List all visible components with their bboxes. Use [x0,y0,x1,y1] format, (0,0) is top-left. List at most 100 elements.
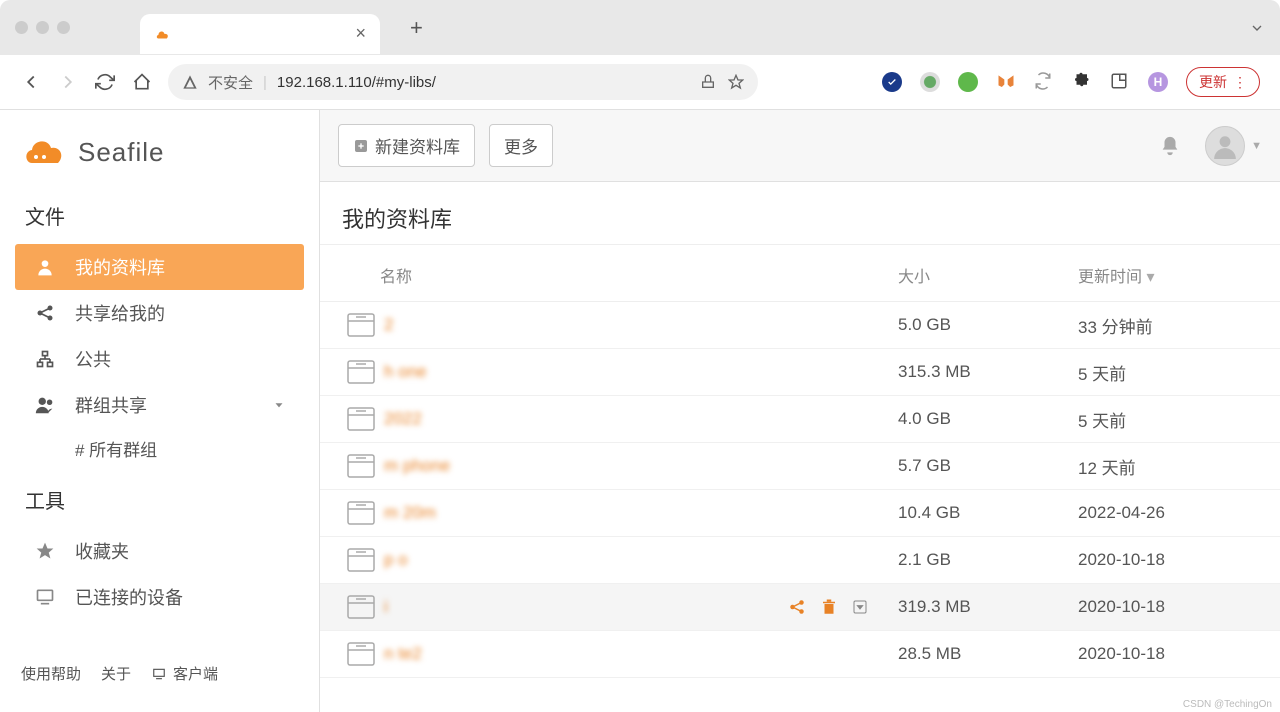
column-size-header[interactable]: 大小 [898,263,1078,287]
library-time: 2020-10-18 [1078,550,1258,570]
sidebar-item-favorites[interactable]: 收藏夹 [15,528,304,574]
sidebar-item-group-share[interactable]: 群组共享 [15,382,304,428]
client-link[interactable]: 客户端 [151,663,218,684]
monitor-icon [151,667,167,681]
extension-icon-1[interactable] [882,72,902,92]
library-icon [342,359,380,385]
tabs-dropdown-icon[interactable] [1249,20,1265,36]
library-time: 12 天前 [1078,454,1258,479]
sidebar-item-label: 我的资料库 [75,254,165,280]
more-button[interactable]: 更多 [489,124,553,167]
table-row[interactable]: n te228.5 MB2020-10-18 [320,631,1280,678]
main-area: 新建资料库 更多 ▼ 我的资料库 名称 大小 更新时间 ▾ 25.0 GB33 … [320,110,1280,712]
logo-text: Seafile [78,137,165,168]
library-name[interactable]: 2 [384,315,898,335]
close-window-dot[interactable] [15,21,28,34]
share-action-icon[interactable] [788,598,806,616]
update-button[interactable]: 更新⋮ [1186,67,1260,97]
user-avatar[interactable] [1205,126,1245,166]
delete-action-icon[interactable] [820,598,838,616]
library-size: 10.4 GB [898,503,1078,523]
library-name[interactable]: m phone [384,456,898,476]
security-label: 不安全 [208,72,253,93]
about-link[interactable]: 关于 [101,663,131,684]
table-row[interactable]: 20224.0 GB5 天前 [320,396,1280,443]
library-icon [342,406,380,432]
browser-tab[interactable]: × [140,14,380,54]
library-icon [342,500,380,526]
sync-icon[interactable] [1034,72,1054,92]
extension-icons: H 更新⋮ [882,67,1260,97]
watermark: CSDN @TechingOn [1183,699,1272,710]
sidebar-item-label: 共享给我的 [75,300,165,326]
group-icon [33,394,57,416]
new-library-button[interactable]: 新建资料库 [338,124,475,167]
insecure-icon [182,74,198,90]
library-name[interactable]: n te2 [384,644,898,664]
page-title: 我的资料库 [320,182,1280,245]
notifications-icon[interactable] [1159,135,1181,157]
close-tab-icon[interactable]: × [355,23,366,44]
table-row[interactable]: m 20m10.4 GB2022-04-26 [320,490,1280,537]
table-row[interactable]: h one315.3 MB5 天前 [320,349,1280,396]
table-row[interactable]: p o2.1 GB2020-10-18 [320,537,1280,584]
avatar-dropdown-icon[interactable]: ▼ [1251,140,1262,152]
chevron-down-icon [272,398,286,412]
library-time: 5 天前 [1078,360,1258,385]
library-icon [342,594,380,620]
library-size: 4.0 GB [898,409,1078,429]
sidebar-item-public[interactable]: 公共 [15,336,304,382]
column-time-header[interactable]: 更新时间 ▾ [1078,263,1258,287]
extensions-puzzle-icon[interactable] [1072,72,1092,92]
sub-all-groups[interactable]: # 所有群组 [15,428,304,469]
library-name[interactable]: i [384,597,788,617]
evernote-icon[interactable] [958,72,978,92]
library-name[interactable]: m 20m [384,503,898,523]
library-name[interactable]: h one [384,362,898,382]
extension-box-icon[interactable] [1110,72,1130,92]
table-row[interactable]: i319.3 MB2020-10-18 [320,584,1280,631]
sidebar-item-shared[interactable]: 共享给我的 [15,290,304,336]
metamask-icon[interactable] [996,72,1016,92]
table-row[interactable]: m phone5.7 GB12 天前 [320,443,1280,490]
library-name[interactable]: p o [384,550,898,570]
sidebar-item-label: 收藏夹 [75,538,129,564]
library-icon [342,547,380,573]
sidebar-item-devices[interactable]: 已连接的设备 [15,574,304,620]
new-tab-icon[interactable]: + [410,15,423,41]
table-header: 名称 大小 更新时间 ▾ [320,245,1280,302]
network-icon [33,349,57,369]
sidebar-item-label: 群组共享 [75,392,147,418]
share-icon[interactable] [700,74,716,90]
profile-avatar-icon[interactable]: H [1148,72,1168,92]
topbar: 新建资料库 更多 ▼ [320,110,1280,182]
library-time: 33 分钟前 [1078,313,1258,338]
url-text: 192.168.1.110/#my-libs/ [277,74,436,91]
forward-icon[interactable] [57,71,79,93]
browser-toolbar: 不安全 | 192.168.1.110/#my-libs/ H 更新⋮ [0,55,1280,110]
section-files-header: 文件 [25,201,294,230]
help-link[interactable]: 使用帮助 [21,663,81,684]
reload-icon[interactable] [94,71,116,93]
more-action-icon[interactable] [852,599,868,615]
library-name[interactable]: 2022 [384,409,898,429]
home-icon[interactable] [131,71,153,93]
library-size: 5.0 GB [898,315,1078,335]
library-icon [342,312,380,338]
seafile-favicon [154,25,172,43]
sidebar-item-my-libs[interactable]: 我的资料库 [15,244,304,290]
library-size: 5.7 GB [898,456,1078,476]
monitor-icon [33,587,57,607]
back-icon[interactable] [20,71,42,93]
maximize-window-dot[interactable] [57,21,70,34]
library-time: 2022-04-26 [1078,503,1258,523]
column-name-header[interactable]: 名称 [380,263,898,287]
logo[interactable]: Seafile [20,133,299,171]
extension-icon-2[interactable] [920,72,940,92]
sort-desc-icon: ▾ [1146,269,1154,286]
star-icon[interactable] [728,74,744,90]
minimize-window-dot[interactable] [36,21,49,34]
table-row[interactable]: 25.0 GB33 分钟前 [320,302,1280,349]
section-tools-header: 工具 [25,485,294,514]
address-bar[interactable]: 不安全 | 192.168.1.110/#my-libs/ [168,64,758,100]
